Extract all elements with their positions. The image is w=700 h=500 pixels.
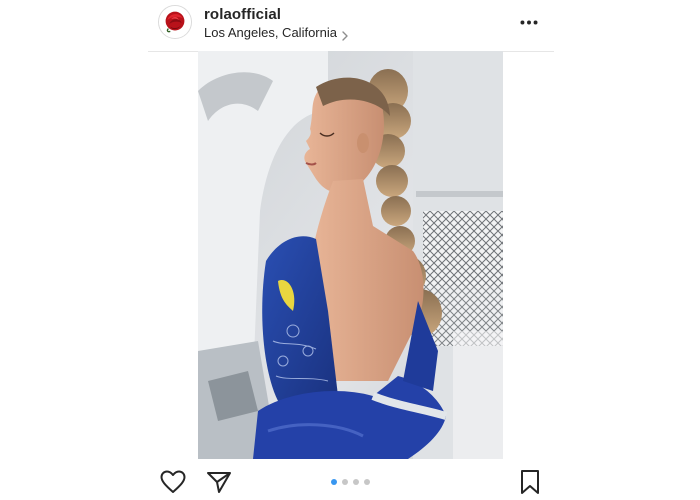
heart-icon[interactable] [160, 470, 186, 494]
instagram-post: rolaofficial Los Angeles, California [0, 0, 700, 500]
rose-icon [159, 6, 191, 38]
send-icon[interactable] [206, 470, 232, 494]
carousel-dot[interactable] [364, 479, 370, 485]
bookmark-icon[interactable] [520, 469, 540, 495]
avatar[interactable] [158, 5, 192, 39]
action-bar [148, 462, 554, 500]
location-link[interactable]: Los Angeles, California [204, 25, 349, 41]
post-photo[interactable] [198, 51, 503, 459]
username[interactable]: rolaofficial [204, 6, 281, 23]
post-header: rolaofficial Los Angeles, California [148, 0, 554, 52]
carousel-dot[interactable] [331, 479, 337, 485]
carousel-dot[interactable] [342, 479, 348, 485]
more-options-icon[interactable] [518, 13, 540, 31]
carousel-indicator [331, 479, 370, 485]
chevron-right-icon [341, 28, 349, 41]
location-label[interactable]: Los Angeles, California [204, 25, 337, 40]
carousel-dot[interactable] [353, 479, 359, 485]
